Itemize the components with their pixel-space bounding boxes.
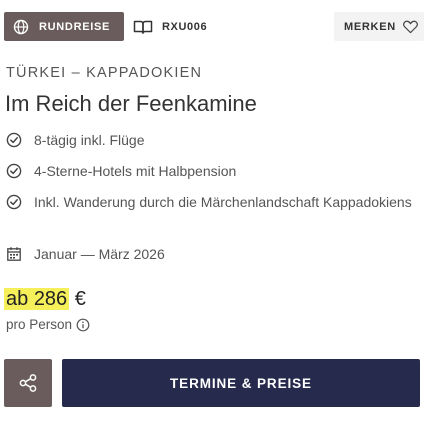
- feature-text: Inkl. Wanderung durch die Märchenlandsch…: [34, 194, 412, 210]
- globe-icon: [13, 19, 29, 34]
- card-header: RUNDREISE RXU006 MERKEN: [0, 0, 427, 41]
- per-person-label: pro Person: [6, 317, 73, 332]
- trip-type-badge: RUNDREISE: [4, 12, 124, 41]
- price-currency: €: [74, 288, 86, 310]
- book-icon: [133, 20, 153, 34]
- info-icon[interactable]: [76, 318, 90, 332]
- dates-and-prices-button[interactable]: TERMINE & PREISE: [62, 359, 420, 407]
- check-circle-icon: [6, 132, 22, 148]
- trip-type-label: RUNDREISE: [39, 20, 111, 33]
- trip-region: TÜRKEI – KAPPADOKIEN: [6, 65, 203, 81]
- feature-item: Inkl. Wanderung durch die Märchenlandsch…: [6, 191, 414, 213]
- heart-icon: [402, 20, 418, 33]
- trip-title: Im Reich der Feenkamine: [5, 91, 257, 116]
- price-unit: pro Person: [6, 317, 90, 332]
- share-icon: [19, 374, 37, 392]
- travel-dates: Januar — März 2026: [6, 243, 165, 265]
- travel-dates-text: Januar — März 2026: [34, 246, 165, 262]
- price-amount: 286: [33, 288, 68, 310]
- share-button[interactable]: [4, 359, 52, 407]
- bookmark-button[interactable]: MERKEN: [334, 12, 424, 41]
- calendar-icon: [7, 247, 21, 261]
- price-prefix: ab: [6, 288, 29, 310]
- feature-text: 8-tägig inkl. Flüge: [34, 132, 145, 148]
- trip-code: RXU006: [133, 12, 207, 41]
- check-circle-icon: [6, 194, 22, 210]
- bookmark-label: MERKEN: [344, 20, 396, 33]
- feature-item: 4-Sterne-Hotels mit Halbpension: [6, 160, 236, 182]
- feature-text: 4-Sterne-Hotels mit Halbpension: [34, 163, 237, 179]
- price: ab 286 €: [4, 288, 86, 311]
- trip-code-label: RXU006: [162, 20, 208, 33]
- feature-item: 8-tägig inkl. Flüge: [6, 129, 145, 151]
- check-circle-icon: [6, 163, 22, 179]
- price-highlight: ab 286: [4, 288, 70, 310]
